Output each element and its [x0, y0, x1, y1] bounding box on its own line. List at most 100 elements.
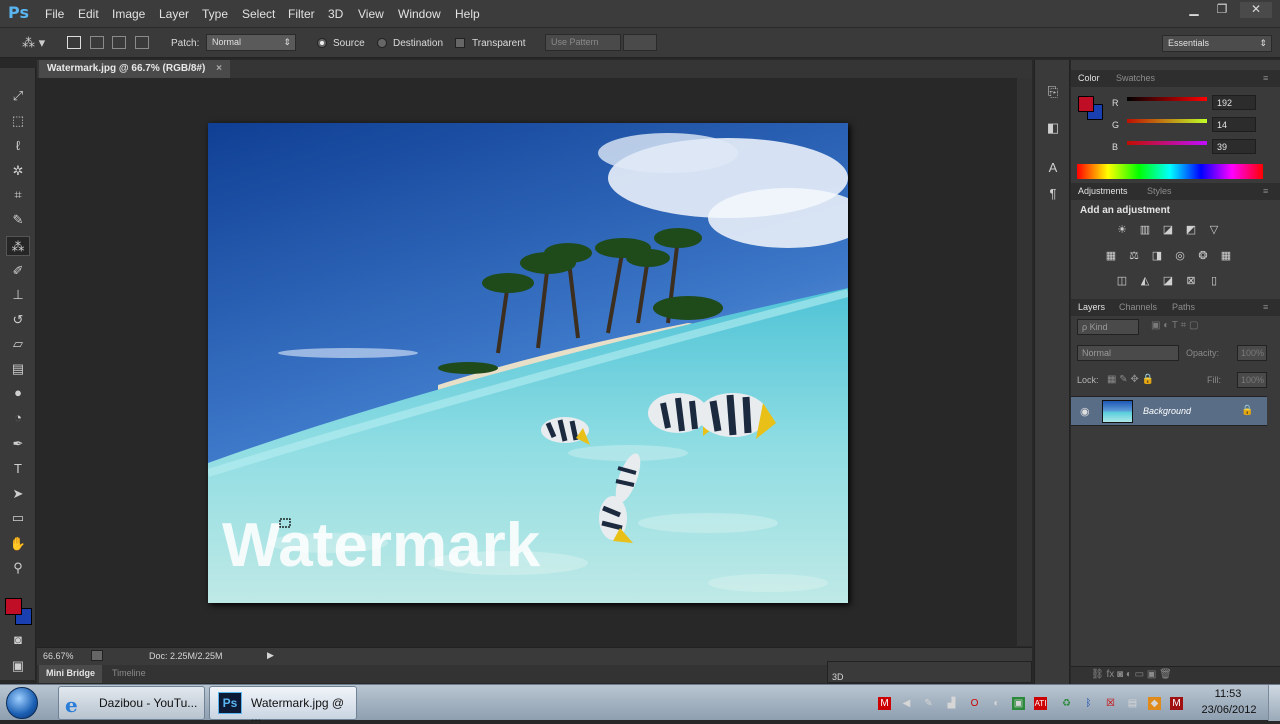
transparent-checkbox[interactable]	[455, 38, 465, 48]
taskbar-item-photoshop[interactable]: Ps Watermark.jpg @ ...	[209, 686, 357, 724]
gradient-map-icon[interactable]: ▯	[1206, 274, 1222, 288]
network-signal-icon[interactable]: ▟	[945, 697, 958, 710]
properties-panel-icon[interactable]: ◧	[1044, 120, 1062, 138]
foreground-color-swatch[interactable]	[1078, 96, 1094, 112]
close-tab-icon[interactable]: ×	[216, 63, 222, 74]
taskbar-item-browser[interactable]: e Dazibou - YouTu...	[58, 686, 205, 720]
menu-select[interactable]: Select	[242, 7, 275, 21]
menu-type[interactable]: Type	[202, 7, 228, 21]
status-info-icon[interactable]	[91, 650, 103, 661]
selective-color-icon[interactable]: ⊠	[1183, 274, 1199, 288]
menu-edit[interactable]: Edit	[78, 7, 99, 21]
clock-time[interactable]: 11:53	[1200, 688, 1256, 700]
tray-icon-6[interactable]: ☒	[1104, 697, 1117, 710]
tray-icon-4[interactable]: ▣	[1012, 697, 1025, 710]
gradient-icon[interactable]: ▤	[6, 359, 30, 379]
menu-3d[interactable]: 3D	[328, 7, 343, 21]
tab-layers[interactable]: Layers	[1078, 302, 1105, 312]
subtract-selection-icon[interactable]	[112, 36, 126, 49]
tray-icon-8[interactable]: ◆	[1148, 697, 1161, 710]
menu-image[interactable]: Image	[112, 7, 145, 21]
opera-icon[interactable]: O	[968, 697, 981, 710]
show-desktop-button[interactable]	[1268, 685, 1280, 721]
vibrance-icon[interactable]: ▽	[1206, 223, 1222, 237]
stamp-icon[interactable]: ⊥	[6, 285, 30, 305]
green-value[interactable]: 14	[1212, 117, 1256, 132]
paragraph-panel-icon[interactable]: ¶	[1044, 186, 1062, 204]
intersect-selection-icon[interactable]	[135, 36, 149, 49]
blue-slider[interactable]	[1127, 141, 1207, 145]
curves-icon[interactable]: ◪	[1160, 223, 1176, 237]
shape-icon[interactable]: ▭	[6, 508, 30, 528]
type-icon[interactable]: T	[6, 459, 30, 479]
crop-icon[interactable]: ⌗	[6, 185, 30, 205]
green-slider[interactable]	[1127, 119, 1207, 123]
layers-footer-icons[interactable]: ⛓ fx ◙ ◐ ▭ ▣ 🗑	[1071, 666, 1280, 684]
filter-icons[interactable]: ▣ ◐ T ⌗ ▢	[1151, 320, 1198, 331]
restore-button[interactable]: ❐	[1208, 2, 1236, 18]
path-select-icon[interactable]: ➤	[6, 484, 30, 504]
panel-menu-icon[interactable]: ≡	[1263, 186, 1268, 196]
add-selection-icon[interactable]	[90, 36, 104, 49]
start-button[interactable]	[6, 687, 38, 719]
patch-mode-select[interactable]: Normal ⇕	[206, 34, 296, 51]
screen-mode-icon[interactable]: ▣	[6, 656, 30, 676]
layer-kind-filter[interactable]: ρ Kind	[1077, 319, 1139, 335]
layer-row-background[interactable]: ◉ Background 🔒	[1071, 396, 1267, 426]
eye-icon[interactable]: ◉	[1080, 405, 1090, 418]
pen-icon[interactable]: ✒	[6, 434, 30, 454]
panel-menu-icon[interactable]: ≡	[1263, 73, 1268, 83]
brush-icon[interactable]: ✐	[6, 261, 30, 281]
foreground-color-swatch[interactable]	[5, 598, 22, 615]
hue-saturation-icon[interactable]: ▦	[1103, 249, 1119, 263]
character-panel-icon[interactable]: A	[1044, 160, 1062, 178]
exposure-icon[interactable]: ◩	[1183, 223, 1199, 237]
brightness-icon[interactable]: ☀	[1114, 223, 1130, 237]
eraser-icon[interactable]: ▱	[6, 334, 30, 354]
tab-styles[interactable]: Styles	[1147, 186, 1172, 196]
patch-icon[interactable]: ⁂	[6, 236, 30, 256]
volume-icon[interactable]: ◀	[900, 697, 913, 710]
lasso-icon[interactable]: ℓ	[6, 136, 30, 156]
threshold-icon[interactable]: ◪	[1160, 274, 1176, 288]
invert-icon[interactable]: ◫	[1114, 274, 1130, 288]
zoom-icon[interactable]: ⚲	[6, 558, 30, 578]
tray-icon-2[interactable]: ✎	[922, 697, 935, 710]
tray-icon-7[interactable]: ▤	[1126, 697, 1139, 710]
status-menu-arrow-icon[interactable]: ▶	[267, 650, 274, 661]
menu-window[interactable]: Window	[398, 7, 441, 21]
tray-icon-1[interactable]: M	[878, 697, 891, 710]
quick-mask-icon[interactable]: ◙	[6, 630, 30, 650]
eyedropper-icon[interactable]: ✎	[6, 210, 30, 230]
patch-tool-icon[interactable]: ⁂ ▾	[22, 35, 50, 51]
pattern-picker[interactable]	[623, 34, 657, 51]
tab-channels[interactable]: Channels	[1119, 302, 1157, 312]
3d-panel-collapsed[interactable]: 3D	[827, 661, 1032, 683]
channel-mixer-icon[interactable]: ❂	[1195, 249, 1211, 263]
menu-help[interactable]: Help	[455, 7, 480, 21]
layer-name[interactable]: Background	[1143, 406, 1191, 416]
clock-date[interactable]: 23/06/2012	[1196, 704, 1262, 716]
tray-icon-3[interactable]: ◐	[990, 697, 1003, 710]
marquee-icon[interactable]: ⬚	[6, 111, 30, 131]
opacity-field[interactable]: 100%	[1237, 345, 1267, 361]
color-balance-icon[interactable]: ⚖	[1126, 249, 1142, 263]
color-spectrum[interactable]	[1077, 164, 1263, 179]
menu-layer[interactable]: Layer	[159, 7, 189, 21]
new-selection-icon[interactable]	[67, 36, 81, 49]
menu-file[interactable]: File	[45, 7, 64, 21]
hand-icon[interactable]: ✋	[6, 534, 30, 554]
gmail-icon[interactable]: M	[1170, 697, 1183, 710]
blur-icon[interactable]: ●	[6, 383, 30, 403]
destination-radio[interactable]	[377, 38, 387, 48]
tab-mini-bridge[interactable]: Mini Bridge	[39, 665, 102, 683]
color-lookup-icon[interactable]: ▦	[1218, 249, 1234, 263]
red-value[interactable]: 192	[1212, 95, 1256, 110]
lock-icons[interactable]: ▦ ✎ ✥ 🔒	[1107, 374, 1154, 385]
levels-icon[interactable]: ▥	[1137, 223, 1153, 237]
quick-select-icon[interactable]: ✲	[6, 161, 30, 181]
tab-swatches[interactable]: Swatches	[1116, 73, 1155, 83]
black-white-icon[interactable]: ◨	[1149, 249, 1165, 263]
workspace-select[interactable]: Essentials ⇕	[1162, 35, 1272, 52]
vertical-scrollbar[interactable]	[1017, 78, 1032, 646]
